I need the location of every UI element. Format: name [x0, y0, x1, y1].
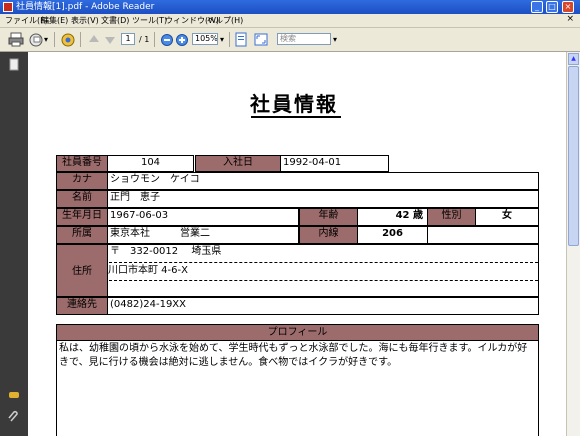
address-dashed-line	[109, 280, 538, 281]
label-extension: 内線	[299, 226, 358, 244]
next-page-icon[interactable]	[102, 32, 118, 47]
search-input[interactable]: 検索	[277, 33, 331, 45]
adobe-reader-icon	[3, 2, 13, 12]
label-dept: 所属	[56, 226, 108, 244]
zoom-level-field[interactable]: 105%	[192, 33, 218, 45]
page-number-input[interactable]: 1	[121, 33, 135, 45]
value-address-line2: 川口市本町 4-6-X	[108, 265, 188, 276]
value-hire-date: 1992-04-01	[280, 155, 389, 172]
title-underline	[251, 116, 341, 118]
menu-view[interactable]: 表示(V)	[71, 15, 99, 26]
email-icon[interactable]	[28, 32, 44, 47]
profile-header: プロフィール	[56, 324, 539, 341]
zoom-in-icon[interactable]	[174, 32, 190, 47]
toolbar: ▾ 1 / 1 105% ▾ 検索 ▾	[0, 28, 580, 52]
attachments-icon[interactable]	[7, 388, 21, 402]
pages-icon[interactable]	[7, 58, 21, 72]
address-dashed-line	[109, 262, 538, 263]
value-birthdate: 1967-06-03	[107, 208, 299, 226]
maximize-button[interactable]: □	[546, 1, 558, 13]
paperclip-icon[interactable]	[7, 410, 21, 424]
value-name: 正門 恵子	[107, 190, 539, 208]
label-kana: カナ	[56, 172, 108, 190]
menu-tools[interactable]: ツール(T)	[132, 15, 167, 26]
collaborate-icon[interactable]	[60, 32, 76, 47]
full-screen-icon[interactable]	[253, 32, 269, 47]
label-emp-no: 社員番号	[56, 155, 108, 172]
value-kana: ショウモン ケイコ	[107, 172, 539, 190]
previous-page-icon[interactable]	[86, 32, 102, 47]
label-age: 年齢	[299, 208, 358, 226]
value-extension: 206	[357, 226, 428, 244]
value-gender: 女	[475, 208, 539, 226]
empty-cell	[427, 226, 539, 244]
close-document-icon[interactable]: ×	[566, 14, 574, 24]
minimize-button[interactable]: _	[531, 1, 543, 13]
menu-document[interactable]: 文書(D)	[101, 15, 129, 26]
window-title: 社員情報[1].pdf - Adobe Reader	[16, 2, 155, 12]
scroll-up-icon[interactable]: ▲	[568, 53, 579, 65]
label-name: 名前	[56, 190, 108, 208]
label-birthdate: 生年月日	[56, 208, 108, 226]
value-age: 42 歳	[357, 208, 428, 226]
value-contact: (0482)24-19XX	[107, 297, 539, 315]
value-dept: 東京本社 営業二	[107, 226, 299, 244]
zoom-dropdown-icon[interactable]: ▾	[220, 35, 224, 44]
value-address-line1: 〒 332-0012 埼玉県	[110, 246, 222, 257]
menu-edit[interactable]: 編集(E)	[41, 15, 68, 26]
menu-help[interactable]: ヘルプ(H)	[207, 15, 243, 26]
title-bar: 社員情報[1].pdf - Adobe Reader _ □ ×	[0, 0, 580, 14]
label-address: 住所	[56, 244, 108, 297]
scrollbar-thumb[interactable]	[568, 66, 579, 246]
profile-text: 私は、幼稚園の頃から水泳を始めて、学生時代もずっと水泳部でした。海にも毎年行きま…	[56, 341, 539, 436]
close-button[interactable]: ×	[562, 1, 574, 13]
page-total: / 1	[139, 35, 150, 44]
value-emp-no: 104	[107, 155, 194, 172]
print-icon[interactable]	[8, 32, 24, 47]
vertical-scrollbar[interactable]: ▲	[566, 52, 580, 436]
navigation-pane	[0, 52, 28, 436]
zoom-out-icon[interactable]	[159, 32, 175, 47]
document-title: 社員情報	[250, 92, 338, 116]
label-hire-date: 入社日	[195, 155, 281, 172]
pdf-page: 社員情報 社員番号 104 入社日 1992-04-01 カナ ショウモン ケイ…	[28, 52, 566, 436]
fit-page-icon[interactable]	[233, 32, 249, 47]
label-contact: 連絡先	[56, 297, 108, 315]
label-gender: 性別	[427, 208, 476, 226]
menu-bar: ファイル(F) 編集(E) 表示(V) 文書(D) ツール(T) ウィンドウ(W…	[0, 14, 580, 28]
document-area: 社員情報 社員番号 104 入社日 1992-04-01 カナ ショウモン ケイ…	[28, 52, 566, 436]
search-dropdown-icon[interactable]: ▾	[333, 35, 337, 44]
email-dropdown-icon[interactable]: ▾	[44, 35, 48, 44]
